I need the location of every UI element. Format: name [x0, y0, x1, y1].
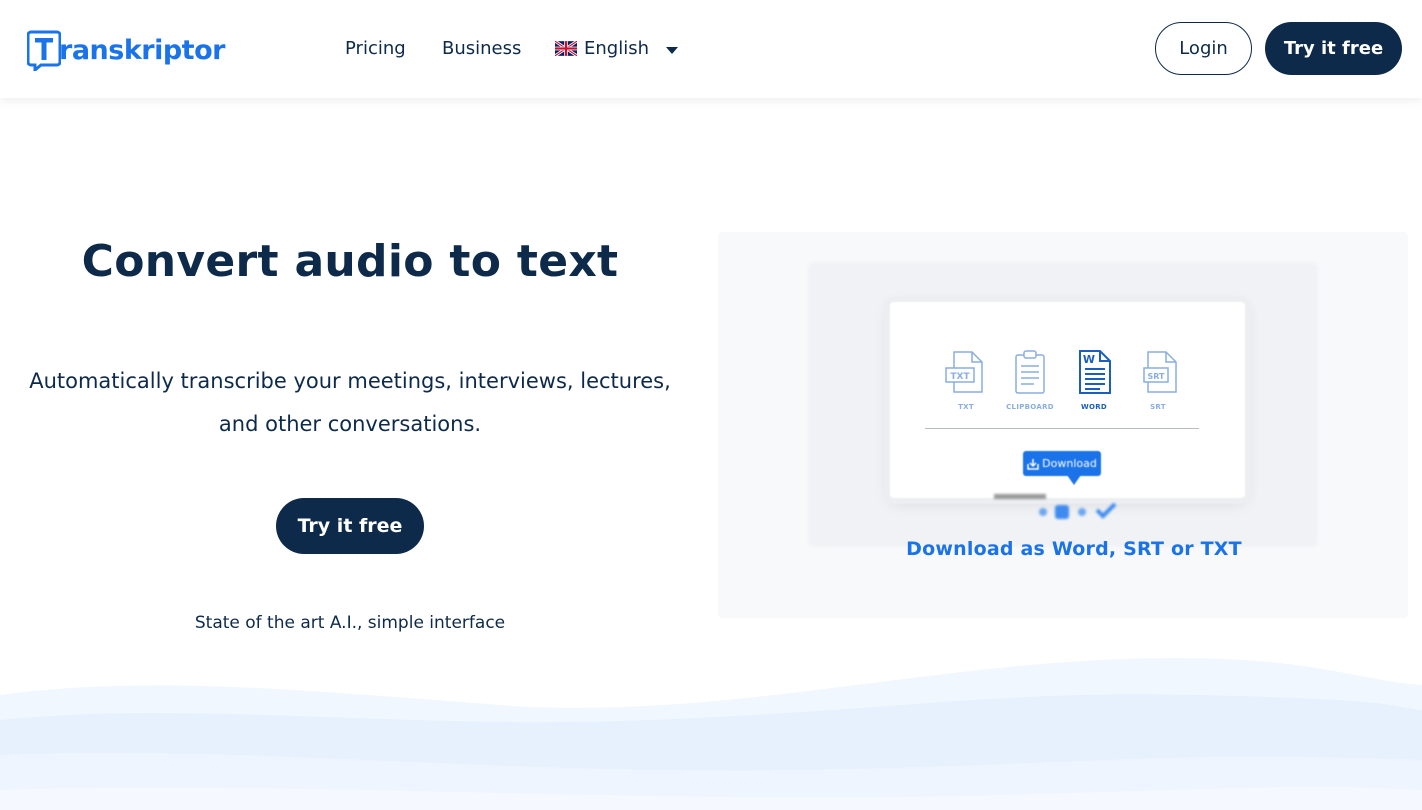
format-label: WORD	[1080, 403, 1108, 411]
hero-tagline: State of the art A.I., simple interface	[194, 613, 506, 633]
svg-text:SRT: SRT	[1147, 372, 1165, 381]
logo-text: ranskriptor	[59, 34, 225, 66]
demo-caption: Download as Word, SRT or TXT	[906, 538, 1242, 560]
nav-pricing[interactable]: Pricing	[345, 38, 406, 59]
demo-animation: TXT TXT CLIPBOARD W WORD SRT SRT Downloa…	[718, 232, 1408, 618]
word-file-icon: W	[1079, 350, 1111, 394]
txt-file-icon: TXT	[945, 351, 983, 393]
nav-business[interactable]: Business	[442, 38, 521, 59]
clipboard-icon	[1015, 350, 1045, 394]
hero-subtitle: Automatically transcribe your meetings, …	[29, 369, 671, 436]
svg-text:W: W	[1083, 353, 1095, 366]
logo-t-icon	[27, 30, 61, 71]
hero-title: Convert audio to text	[81, 236, 619, 287]
uk-flag-icon	[555, 41, 577, 56]
language-selector[interactable]: English	[555, 38, 678, 59]
format-label: CLIPBOARD	[1006, 403, 1054, 411]
svg-text:TXT: TXT	[950, 372, 970, 382]
format-label: SRT	[1150, 403, 1166, 411]
login-button[interactable]: Login	[1155, 22, 1252, 75]
format-srt: SRT SRT	[1128, 348, 1188, 411]
format-clipboard: CLIPBOARD	[1000, 348, 1060, 411]
chevron-down-icon	[666, 46, 678, 54]
divider	[925, 428, 1199, 429]
transkriptor-logo[interactable]: ranskriptor	[27, 28, 225, 72]
try-free-hero-button[interactable]: Try it free	[276, 498, 424, 554]
top-navbar: ranskriptor Pricing Business English Log…	[0, 0, 1422, 98]
download-button: Download	[1023, 451, 1101, 485]
player-controls-blurred	[994, 494, 1117, 519]
format-word: W WORD	[1064, 348, 1124, 411]
format-label: TXT	[958, 403, 974, 411]
wave-decoration	[0, 657, 1422, 810]
language-label: English	[584, 38, 649, 59]
download-icon	[1027, 458, 1039, 470]
try-free-header-button[interactable]: Try it free	[1265, 22, 1402, 75]
download-label: Download	[1042, 457, 1097, 470]
format-txt: TXT TXT	[936, 348, 996, 411]
srt-file-icon: SRT	[1143, 351, 1177, 393]
